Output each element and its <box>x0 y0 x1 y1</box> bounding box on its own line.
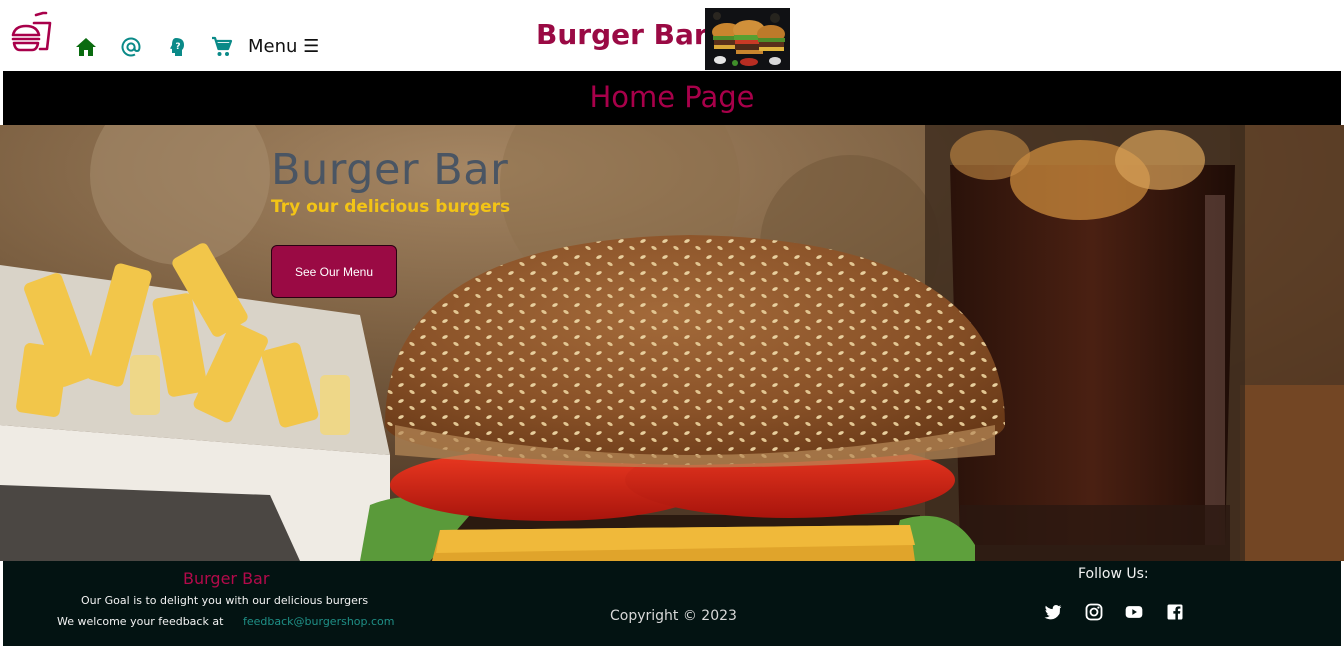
page-title: Home Page <box>589 80 755 114</box>
hero-burger-photo <box>0 125 1344 561</box>
svg-text:?: ? <box>175 42 180 52</box>
page-banner: Home Page <box>3 71 1341 125</box>
at-icon[interactable] <box>119 35 143 59</box>
footer-feedback-label: We welcome your feedback at <box>57 615 224 628</box>
footer-brand: Burger Bar <box>183 569 270 588</box>
footer: Burger Bar Our Goal is to delight you wi… <box>3 561 1341 646</box>
youtube-icon[interactable] <box>1124 602 1144 622</box>
instagram-icon[interactable] <box>1084 602 1104 622</box>
facebook-icon[interactable] <box>1165 602 1185 622</box>
brand-title: Burger Bar <box>536 18 708 51</box>
top-navbar: ? Menu ☰ Burger Bar <box>0 0 1344 71</box>
hero-subtitle: Try our delicious burgers <box>271 197 511 217</box>
menu-link[interactable]: Menu ☰ <box>248 36 319 57</box>
question-head-icon[interactable]: ? <box>165 35 189 59</box>
cart-icon[interactable] <box>210 35 234 59</box>
see-our-menu-button[interactable]: See Our Menu <box>271 245 397 298</box>
burger-thumbnail-image <box>705 8 790 70</box>
home-icon[interactable] <box>74 35 98 59</box>
hero-section: Burger Bar Try our delicious burgers See… <box>0 125 1344 561</box>
burger-drink-logo-icon[interactable] <box>10 11 54 55</box>
hero-title: Burger Bar <box>271 145 509 195</box>
copyright-text: Copyright © 2023 <box>610 608 737 624</box>
feedback-email-link[interactable]: feedback@burgershop.com <box>243 615 395 628</box>
follow-us-label: Follow Us: <box>1078 566 1149 582</box>
twitter-icon[interactable] <box>1043 602 1063 622</box>
footer-goal-text: Our Goal is to delight you with our deli… <box>81 594 369 607</box>
